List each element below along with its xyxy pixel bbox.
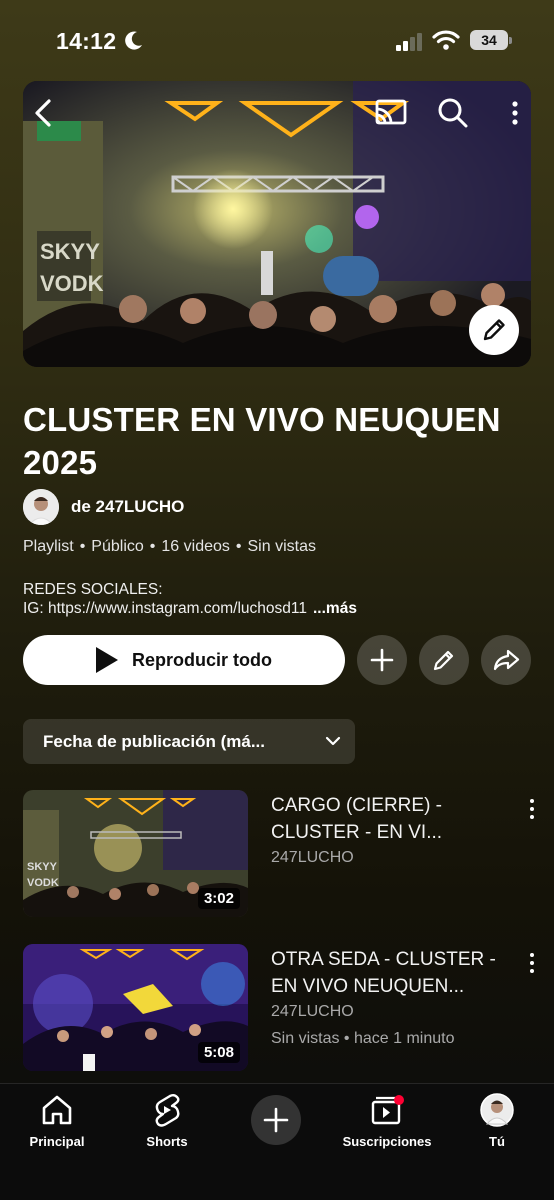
svg-text:SKYY: SKYY [40,239,100,264]
video-title[interactable]: CARGO (CIERRE) - CLUSTER - EN VI... [271,792,519,846]
home-icon [42,1095,72,1125]
nav-shorts[interactable]: Shorts [112,1092,222,1149]
nav-you[interactable]: Tú [442,1092,552,1149]
plus-icon [370,648,394,672]
playlist-type: Playlist [23,538,74,555]
moon-icon [125,31,142,50]
search-icon[interactable] [435,95,471,131]
profile-avatar [480,1093,514,1127]
video-stats: Sin vistas • hace 1 minuto [271,1030,455,1047]
description-line-1: REDES SOCIALES: [23,581,163,598]
nav-shorts-label: Shorts [146,1134,188,1149]
back-chevron-icon[interactable] [27,95,63,131]
video-thumbnail[interactable]: SKYY VODK 3:02 [23,790,248,917]
play-icon [96,647,118,673]
playlist-description[interactable]: REDES SOCIALES: IG: https://www.instagra… [23,580,533,618]
play-all-label: Reproducir todo [132,649,272,670]
playlist-views: Sin vistas [247,538,316,555]
video-channel: 247LUCHO [271,1003,354,1020]
share-button[interactable] [481,635,531,685]
edit-cover-button[interactable] [469,305,519,355]
cellular-signal-icon [396,33,422,51]
playlist-title: CLUSTER EN VIVO NEUQUEN 2025 [23,401,501,481]
description-more-link[interactable]: ...más [313,600,357,617]
owner-name[interactable]: de 247LUCHO [71,497,184,517]
nav-you-label: Tú [489,1134,505,1149]
svg-text:SKYY: SKYY [27,861,58,873]
more-vertical-icon[interactable] [497,95,531,131]
nav-subscriptions-label: Suscripciones [342,1134,432,1149]
video-channel: 247LUCHO [271,849,354,866]
playlist-visibility[interactable]: Público [91,538,143,555]
more-vertical-icon[interactable] [528,952,536,974]
description-line-2: IG: https://www.instagram.com/luchosd11.… [23,599,533,618]
wifi-icon [432,30,460,50]
subscriptions-icon [371,1095,404,1125]
battery-tip [509,37,512,44]
video-thumbnail[interactable]: 5:08 [23,944,248,1071]
video-item[interactable]: 5:08 OTRA SEDA - CLUSTER - EN VIVO NEUQU… [23,944,548,1072]
status-bar: 14:12 34 [0,0,554,80]
playlist-owner[interactable]: de 247LUCHO [23,489,184,525]
svg-text:VODK: VODK [27,877,59,889]
play-all-button[interactable]: Reproducir todo [23,635,345,685]
cast-icon[interactable] [371,95,411,131]
svg-text:VODK: VODK [40,271,104,296]
video-title[interactable]: OTRA SEDA - CLUSTER - EN VIVO NEUQUEN... [271,946,519,1000]
battery-indicator: 34 [470,30,508,50]
chevron-down-icon [325,736,341,746]
playlist-meta: Playlist • Público • 16 videos • Sin vistas [23,538,316,555]
bottom-navigation: Principal Shorts Suscripciones Tú [0,1083,554,1200]
shorts-icon [155,1094,180,1127]
pencil-icon [433,650,454,671]
sort-label: Fecha de publicación (má... [43,731,265,751]
sort-dropdown[interactable]: Fecha de publicación (má... [23,719,355,764]
nav-create-button[interactable] [251,1095,301,1145]
owner-avatar[interactable] [23,489,59,525]
nav-home[interactable]: Principal [2,1092,112,1149]
add-to-playlist-button[interactable] [357,635,407,685]
nav-home-label: Principal [29,1134,85,1149]
more-vertical-icon[interactable] [528,798,536,820]
video-item[interactable]: SKYY VODK 3:02 CARGO (CIERRE) - CLUSTER … [23,790,548,918]
share-icon [493,649,520,671]
description-url: IG: https://www.instagram.com/luchosd11 [23,600,307,617]
playlist-count: 16 videos [161,538,230,555]
edit-playlist-button[interactable] [419,635,469,685]
status-time: 14:12 [56,28,117,54]
avatar-image [23,489,59,525]
video-duration: 5:08 [197,1042,240,1063]
playlist-cover-image[interactable]: SKYY VODK [23,81,531,367]
video-duration: 3:02 [197,888,240,909]
plus-icon [263,1107,289,1133]
nav-subscriptions[interactable]: Suscripciones [332,1092,442,1149]
pencil-icon [483,319,505,341]
